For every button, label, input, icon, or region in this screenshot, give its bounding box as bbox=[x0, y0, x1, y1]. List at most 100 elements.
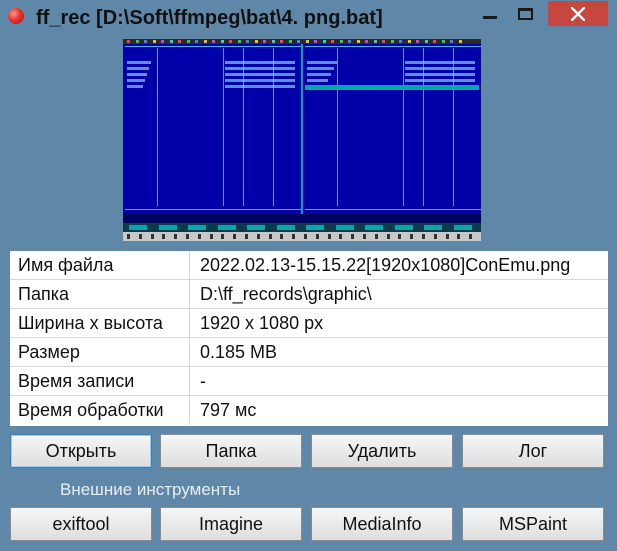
preview-toolbar-dot bbox=[305, 40, 309, 43]
mspaint-button[interactable]: MSPaint bbox=[462, 507, 604, 541]
preview-toolbar-dot bbox=[203, 40, 207, 43]
filename-value: 2022.02.13-15.15.22[1920x1080]ConEmu.png bbox=[200, 255, 571, 275]
log-button[interactable]: Лог bbox=[462, 434, 604, 468]
processing-time-label: Время обработки bbox=[18, 400, 164, 420]
preview-toolbar-dot bbox=[271, 40, 275, 43]
preview-file-row bbox=[127, 73, 147, 76]
preview-key-label bbox=[188, 225, 206, 230]
preview-status-glyph bbox=[197, 234, 201, 239]
preview-status-glyph bbox=[398, 234, 402, 239]
preview-panel-border bbox=[305, 46, 481, 47]
preview-toolbar-dot bbox=[195, 40, 198, 43]
preview-function-keys bbox=[123, 223, 481, 232]
preview-status-glyph bbox=[186, 234, 189, 239]
preview-status-glyph bbox=[268, 234, 272, 239]
preview-toolbar-dot bbox=[373, 40, 377, 43]
preview-toolbar-dot bbox=[152, 40, 156, 43]
preview-toolbar-dot bbox=[178, 40, 181, 43]
title-bar[interactable]: ff_rec [D:\Soft\ffmpeg\bat\4. png.bat] bbox=[0, 0, 617, 34]
preview-file-row bbox=[405, 61, 475, 64]
info-row-folder: Папка D:\ff_records\graphic\ bbox=[10, 280, 608, 309]
preview-status-glyph bbox=[386, 234, 390, 239]
info-row-record-time: Время записи - bbox=[10, 367, 608, 396]
preview-status-bar bbox=[123, 232, 481, 241]
preview-file-row bbox=[405, 79, 475, 82]
column-divider bbox=[189, 309, 190, 338]
preview-status-glyph bbox=[410, 234, 414, 239]
preview-status-glyph bbox=[209, 234, 213, 239]
preview-column-line bbox=[337, 48, 338, 206]
close-button[interactable] bbox=[548, 1, 608, 26]
preview-toolbar-dot bbox=[297, 40, 300, 43]
close-icon bbox=[571, 6, 585, 21]
preview-file-row bbox=[127, 85, 143, 88]
preview-selected-row bbox=[305, 85, 479, 90]
preview-status-glyph bbox=[457, 234, 461, 239]
info-row-processing-time: Время обработки 797 мс bbox=[10, 396, 608, 425]
file-info-table: Имя файла 2022.02.13-15.15.22[1920x1080]… bbox=[10, 251, 608, 426]
preview-file-row bbox=[127, 79, 145, 82]
preview-toolbar-dot bbox=[135, 40, 139, 43]
preview-status-glyph bbox=[245, 234, 248, 239]
preview-toolbar-dot bbox=[331, 40, 334, 43]
preview-toolbar-dot bbox=[365, 40, 368, 43]
preview-column-line bbox=[453, 48, 454, 206]
imagine-button[interactable]: Imagine bbox=[160, 507, 302, 541]
external-tools-label: Внешние инструменты bbox=[60, 480, 241, 499]
app-icon[interactable] bbox=[8, 8, 24, 24]
preview-column-line bbox=[403, 48, 404, 206]
preview-toolbar-dot bbox=[424, 40, 428, 43]
record-time-label: Время записи bbox=[18, 371, 135, 391]
preview-toolbar-dot bbox=[169, 40, 173, 43]
preview-file-row bbox=[405, 73, 475, 76]
preview-toolbar-dot bbox=[314, 40, 317, 43]
preview-status-glyph bbox=[292, 234, 296, 239]
preview-toolbar-dot bbox=[433, 40, 436, 43]
minimize-button[interactable] bbox=[475, 1, 505, 26]
delete-button[interactable]: Удалить bbox=[311, 434, 453, 468]
preview-toolbar-dot bbox=[339, 40, 343, 43]
preview-status-glyph bbox=[363, 234, 366, 239]
processing-time-value: 797 мс bbox=[200, 400, 257, 420]
preview-status-glyph bbox=[351, 234, 355, 239]
open-button[interactable]: Открыть bbox=[10, 434, 152, 468]
maximize-button[interactable] bbox=[510, 1, 540, 26]
preview-file-row bbox=[405, 67, 475, 70]
preview-toolbar-dot bbox=[416, 40, 419, 43]
column-divider bbox=[189, 367, 190, 396]
preview-toolbar-dot bbox=[399, 40, 402, 43]
preview-status-glyph bbox=[315, 234, 319, 239]
exiftool-button[interactable]: exiftool bbox=[10, 507, 152, 541]
preview-toolbar-dot bbox=[220, 40, 224, 43]
preview-status-glyph bbox=[339, 234, 343, 239]
preview-key-label bbox=[247, 225, 265, 230]
column-divider bbox=[189, 280, 190, 309]
preview-column-line bbox=[243, 48, 244, 206]
preview-panel-border bbox=[125, 209, 301, 210]
preview-toolbar-dot bbox=[348, 40, 351, 43]
record-time-value: - bbox=[200, 371, 206, 391]
preview-file-row bbox=[307, 67, 334, 70]
preview-toolbar-dot bbox=[441, 40, 445, 43]
preview-status-glyph bbox=[374, 234, 378, 239]
preview-toolbar-dot bbox=[237, 40, 241, 43]
mediainfo-button[interactable]: MediaInfo bbox=[311, 507, 453, 541]
preview-panel-border bbox=[125, 46, 301, 47]
preview-status-glyph bbox=[233, 234, 237, 239]
size-value: 0.185 MB bbox=[200, 342, 278, 362]
column-divider bbox=[189, 396, 190, 425]
preview-file-row bbox=[225, 73, 295, 76]
preview-toolbar-dot bbox=[246, 40, 249, 43]
column-divider bbox=[189, 338, 190, 367]
image-preview[interactable] bbox=[123, 39, 481, 241]
preview-panel-border bbox=[305, 209, 481, 210]
preview-toolbar-dot bbox=[229, 40, 232, 43]
preview-status-glyph bbox=[127, 234, 130, 239]
preview-toolbar-dot bbox=[322, 40, 326, 43]
preview-toolbar-dot bbox=[186, 40, 190, 43]
preview-status-glyph bbox=[433, 234, 437, 239]
preview-key-label bbox=[453, 225, 472, 230]
folder-button[interactable]: Папка bbox=[160, 434, 302, 468]
preview-key-label bbox=[306, 225, 324, 230]
preview-toolbar-dot bbox=[254, 40, 258, 43]
